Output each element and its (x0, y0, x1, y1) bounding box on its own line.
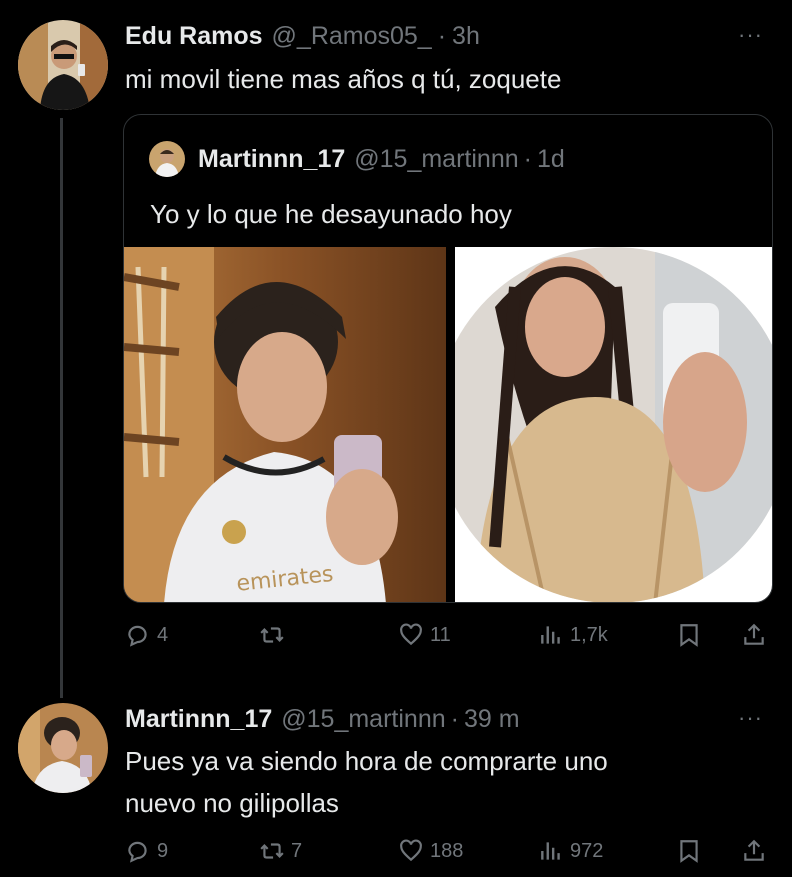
quoted-time[interactable]: 1d (537, 145, 565, 174)
reply-views-count: 972 (570, 839, 604, 862)
like-button[interactable]: 11 (398, 620, 451, 650)
repost-button[interactable] (259, 620, 291, 650)
reply-like-button[interactable]: 188 (398, 836, 463, 866)
reply-text-line1: Pues ya va siendo hora de comprarte uno (125, 746, 608, 776)
reply-text-line2: nuevo no gilipollas (125, 788, 339, 818)
reply-author-handle[interactable]: @15_martinnn (281, 705, 445, 734)
quoted-text: Yo y lo que he desayunado hoy (150, 199, 512, 229)
like-icon (400, 839, 422, 862)
views-count: 1,7k (570, 623, 608, 646)
separator-dot: · (437, 22, 447, 50)
share-icon (744, 839, 764, 861)
thread-line (60, 118, 63, 698)
repost-icon (260, 843, 284, 859)
quoted-author-handle[interactable]: @15_martinnn (354, 145, 518, 174)
reply-repost-button[interactable]: 7 (259, 836, 302, 866)
reply-icon (128, 841, 147, 863)
reply-bookmark-button[interactable] (676, 836, 702, 866)
quoted-avatar[interactable] (149, 141, 185, 177)
tweet-actions: 4 11 1,7k (0, 620, 792, 650)
quoted-photo-girl[interactable] (455, 247, 772, 602)
reply-author-name[interactable]: Martinnn_17 (125, 705, 272, 734)
reply-share-button[interactable] (741, 836, 767, 866)
reply-count: 4 (157, 623, 169, 646)
bookmark-button[interactable] (676, 620, 702, 650)
reply-more-options-button[interactable]: ··· (738, 707, 763, 729)
share-icon (744, 623, 764, 645)
tweet-text: mi movil tiene mas años q tú, zoquete (125, 64, 562, 94)
quoted-photo-boy[interactable]: emirates (124, 247, 446, 602)
bookmark-icon (680, 840, 698, 863)
views-icon (541, 842, 560, 860)
views-button[interactable]: 1,7k (538, 620, 608, 650)
repost-icon (260, 627, 284, 643)
avatar-martinnn[interactable] (18, 703, 108, 793)
separator-dot: · (450, 705, 459, 733)
reply-actions: 9 7 188 972 (0, 836, 792, 866)
reply-button[interactable]: 4 (125, 620, 168, 650)
quoted-author-name[interactable]: Martinnn_17 (198, 145, 345, 174)
reply-like-count: 188 (430, 839, 464, 862)
quoted-tweet-card[interactable]: Martinnn_17 @15_martinnn · 1d Yo y lo qu… (123, 114, 773, 603)
tweet-time[interactable]: 3h (452, 22, 480, 51)
like-count: 11 (430, 623, 451, 646)
more-options-button[interactable]: ··· (738, 24, 763, 46)
reply-header: Martinnn_17 @15_martinnn · 39 m (125, 705, 520, 734)
quoted-header: Martinnn_17 @15_martinnn · 1d (198, 145, 565, 174)
reply-views-button[interactable]: 972 (538, 836, 603, 866)
like-icon (400, 623, 422, 646)
reply-time[interactable]: 39 m (464, 705, 520, 734)
tweet-header: Edu Ramos @_Ramos05_ · 3h (125, 22, 480, 51)
avatar-edu-ramos[interactable] (18, 20, 108, 110)
author-handle[interactable]: @_Ramos05_ (272, 22, 432, 51)
share-button[interactable] (741, 620, 767, 650)
reply-icon (128, 625, 147, 647)
reply-repost-count: 7 (291, 839, 303, 862)
reply-reply-count: 9 (157, 839, 169, 862)
separator-dot: · (523, 145, 532, 173)
author-name[interactable]: Edu Ramos (125, 22, 263, 51)
views-icon (541, 626, 560, 644)
reply-reply-button[interactable]: 9 (125, 836, 168, 866)
bookmark-icon (680, 624, 698, 647)
